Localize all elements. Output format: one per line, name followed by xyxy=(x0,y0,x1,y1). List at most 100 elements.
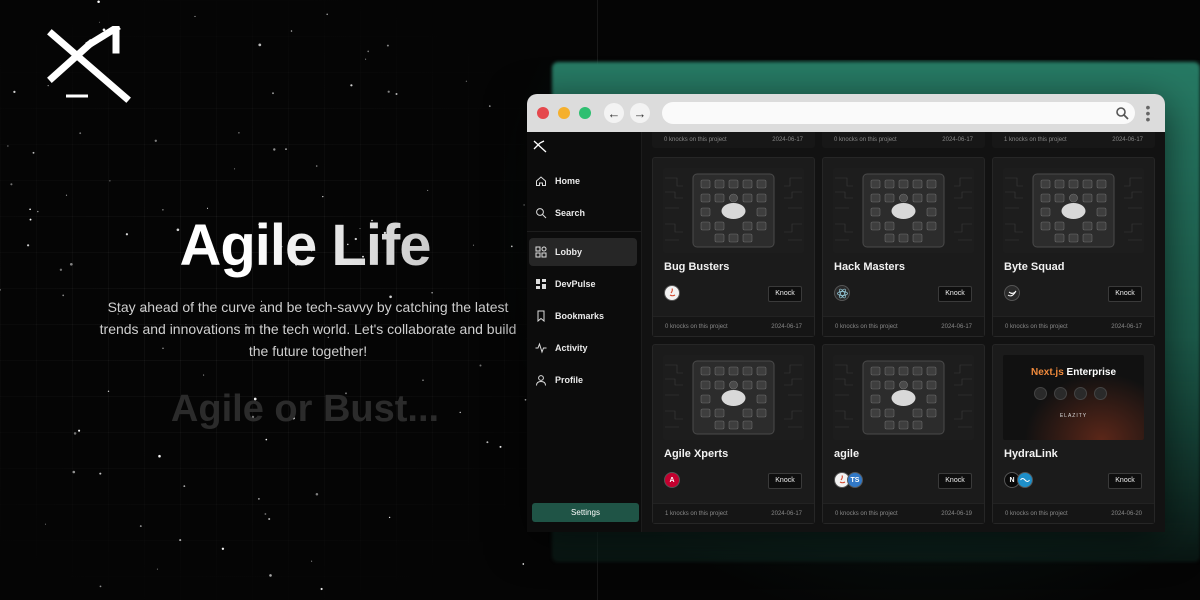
star xyxy=(99,472,102,475)
sidebar-item-profile[interactable]: Profile xyxy=(529,366,637,394)
card-footer: 0 knocks on this project 2024-06-17 xyxy=(822,132,985,148)
star xyxy=(272,92,274,95)
sidebar-item-label: Profile xyxy=(555,375,584,385)
sidebar-item-label: Lobby xyxy=(555,247,582,257)
project-thumbnail xyxy=(663,355,804,440)
card-footer: 0 knocks on this project 2024-06-19 xyxy=(823,503,984,523)
promo-canvas: Agile Life Stay ahead of the curve and b… xyxy=(0,0,1200,600)
star xyxy=(99,585,102,588)
star xyxy=(13,90,16,94)
star xyxy=(139,525,142,528)
tech-stack-badges xyxy=(834,285,850,301)
project-name: HydraLink xyxy=(1004,448,1058,460)
project-thumbnail: Next.js Enterprise ELAZITY xyxy=(1003,355,1144,440)
star xyxy=(203,374,205,376)
star xyxy=(431,292,433,294)
project-name: Byte Squad xyxy=(1004,261,1065,273)
arrow-left-icon[interactable]: ← xyxy=(604,103,624,123)
hero-description: Stay ahead of the curve and be tech-savv… xyxy=(99,299,517,359)
knock-text: knocks on this project xyxy=(1010,323,1068,330)
activity-icon xyxy=(535,342,547,354)
more-vertical-icon[interactable]: • • • xyxy=(1141,100,1155,126)
home-icon xyxy=(536,176,546,186)
star xyxy=(365,58,367,60)
project-thumbnail xyxy=(663,168,804,253)
project-card[interactable]: Byte Squad Knock 0 knocks on this project 2… xyxy=(992,157,1155,337)
bookmark-icon xyxy=(537,310,545,322)
project-card[interactable]: Bug Busters Knock 0 knocks on this project… xyxy=(652,157,815,337)
star xyxy=(326,13,328,16)
knock-button[interactable]: Knock xyxy=(938,473,972,489)
knock-button[interactable]: Knock xyxy=(1108,473,1142,489)
project-date: 2024-06-17 xyxy=(771,510,802,517)
knock-count: 0 xyxy=(835,323,839,330)
card-footer: 1 knocks on this project 2024-06-17 xyxy=(992,132,1155,148)
star xyxy=(427,189,429,191)
close-dot[interactable] xyxy=(537,107,549,119)
knock-text: knocks on this project xyxy=(1010,510,1068,517)
project-name: Bug Busters xyxy=(664,261,730,273)
tech-stack-badges: TS xyxy=(834,472,863,488)
knock-button[interactable]: Knock xyxy=(768,473,802,489)
sidebar-item-activity[interactable]: Activity xyxy=(529,334,637,362)
star xyxy=(0,288,2,291)
star xyxy=(367,50,370,53)
sidebar-item-label: Bookmarks xyxy=(555,311,605,321)
project-grid: Bug Busters Knock 0 knocks on this project… xyxy=(652,157,1155,524)
sidebar-item-search[interactable]: Search xyxy=(529,199,637,227)
knock-count: 1 xyxy=(665,510,669,517)
knock-button[interactable]: Knock xyxy=(938,286,972,302)
sidebar-item-devpulse[interactable]: DevPulse xyxy=(529,270,637,298)
minimize-dot[interactable] xyxy=(558,107,570,119)
user-icon xyxy=(536,375,546,386)
tailwind-icon xyxy=(1017,472,1033,488)
card-footer: 0 knocks on this project 2024-06-17 xyxy=(652,132,815,148)
star xyxy=(62,294,65,297)
knock-count: 0 xyxy=(1005,323,1009,330)
project-feed: 0 knocks on this project 2024-06-17 0 kno… xyxy=(642,132,1165,532)
card-footer: 1 knocks on this project 2024-06-17 xyxy=(653,503,814,523)
star xyxy=(234,168,236,170)
search-icon[interactable] xyxy=(1115,106,1129,120)
knock-button[interactable]: Knock xyxy=(768,286,802,302)
star xyxy=(179,539,182,542)
project-card[interactable]: Agile Xperts A Knock 1 knocks on this proje… xyxy=(652,344,815,524)
project-card[interactable]: agile TS Knock 0 knocks on this project 2024… xyxy=(822,344,985,524)
star xyxy=(221,547,225,550)
sidebar: Home Search Lobby DevPulse Bookmarks Act… xyxy=(527,132,642,532)
star xyxy=(79,132,82,135)
star xyxy=(285,148,287,150)
angular-icon: A xyxy=(664,472,680,488)
project-date: 2024-06-17 xyxy=(941,323,972,330)
java-icon xyxy=(664,285,680,301)
card-footer: 0 knocks on this project 2024-06-17 xyxy=(993,316,1154,336)
address-bar[interactable] xyxy=(662,102,1135,124)
star xyxy=(315,493,319,496)
star xyxy=(265,438,268,441)
grid-icon xyxy=(535,246,547,258)
project-thumbnail xyxy=(833,168,974,253)
tech-stack-badges xyxy=(664,285,680,301)
arrow-right-icon[interactable]: → xyxy=(630,103,650,123)
project-card[interactable]: Hack Masters Knock 0 knocks on this projec… xyxy=(822,157,985,337)
knock-text: knocks on this project xyxy=(840,323,898,330)
project-card[interactable]: Next.js Enterprise ELAZITY HydraLink N Knock… xyxy=(992,344,1155,524)
card-footer: 0 knocks on this project 2024-06-17 xyxy=(823,316,984,336)
sidebar-item-label: Activity xyxy=(555,343,588,353)
settings-button[interactable]: Settings xyxy=(532,503,639,522)
project-name: Agile Xperts xyxy=(664,448,729,460)
sidebar-item-bookmarks[interactable]: Bookmarks xyxy=(529,302,637,330)
star xyxy=(29,208,31,211)
star xyxy=(238,131,240,134)
sidebar-item-home[interactable]: Home xyxy=(529,167,637,195)
star xyxy=(72,470,76,474)
react-icon xyxy=(834,285,850,301)
sidebar-item-label: Home xyxy=(555,176,581,186)
maximize-dot[interactable] xyxy=(579,107,591,119)
star xyxy=(479,364,482,367)
star xyxy=(158,454,161,458)
knock-button[interactable]: Knock xyxy=(1108,286,1142,302)
sidebar-item-lobby[interactable]: Lobby xyxy=(529,238,637,266)
star xyxy=(422,379,424,382)
star xyxy=(465,80,468,82)
